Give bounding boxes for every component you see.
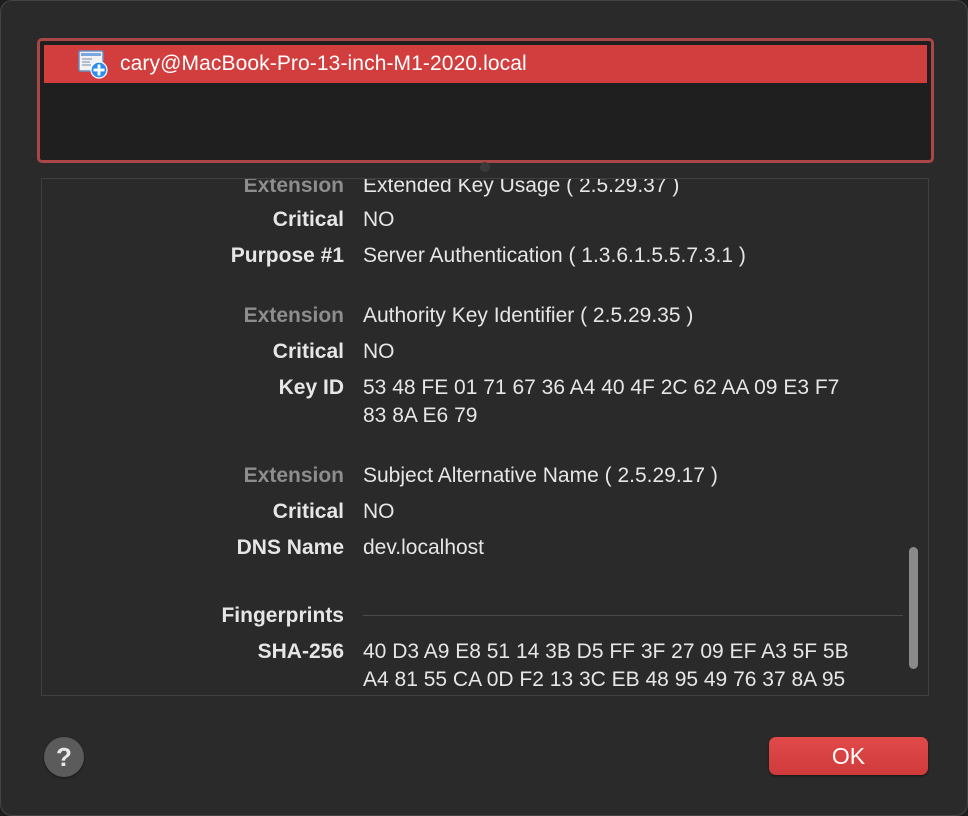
detail-value: NO: [363, 500, 395, 523]
detail-key: Extension: [243, 464, 344, 487]
detail-value: 40 D3 A9 E8 51 14 3B D5 FF 3F 27 09 EF A…: [363, 640, 849, 663]
vertical-scrollbar[interactable]: [909, 547, 918, 669]
detail-value: NO: [363, 340, 395, 363]
detail-value: A4 81 55 CA 0D F2 13 3C EB 48 95 49 76 3…: [363, 668, 846, 691]
detail-key: SHA-256: [257, 640, 344, 663]
detail-value: 83 8A E6 79: [363, 404, 478, 427]
detail-key: DNS Name: [236, 536, 344, 559]
detail-value: NO: [363, 208, 395, 231]
ok-button[interactable]: OK: [769, 737, 928, 775]
detail-key: Purpose #1: [230, 244, 344, 267]
detail-key: Extension: [243, 178, 344, 197]
certificate-details-panel[interactable]: Extension Extended Key Usage ( 2.5.29.37…: [41, 178, 929, 696]
detail-key: Extension: [243, 304, 344, 327]
certificate-list-item[interactable]: cary@MacBook-Pro-13-inch-M1-2020.local: [44, 45, 927, 83]
detail-value: Server Authentication ( 1.3.6.1.5.5.7.3.…: [363, 244, 746, 267]
detail-value: 53 48 FE 01 71 67 36 A4 40 4F 2C 62 AA 0…: [363, 376, 840, 399]
detail-key: Critical: [272, 208, 344, 231]
help-button[interactable]: ?: [44, 737, 84, 777]
certificate-dialog: cary@MacBook-Pro-13-inch-M1-2020.local E…: [0, 0, 968, 816]
certificate-icon: [78, 49, 108, 79]
detail-key: Key ID: [278, 376, 344, 399]
certificate-list[interactable]: cary@MacBook-Pro-13-inch-M1-2020.local: [37, 38, 934, 163]
detail-value: Extended Key Usage ( 2.5.29.37 ): [363, 178, 680, 197]
split-view-handle[interactable]: [480, 162, 490, 172]
section-divider: [363, 615, 903, 616]
detail-value: Authority Key Identifier ( 2.5.29.35 ): [363, 304, 694, 327]
certificate-name: cary@MacBook-Pro-13-inch-M1-2020.local: [120, 52, 527, 75]
detail-value: Subject Alternative Name ( 2.5.29.17 ): [363, 464, 718, 487]
detail-key: Critical: [272, 500, 344, 523]
detail-value: dev.localhost: [363, 536, 485, 559]
detail-key: Critical: [272, 340, 344, 363]
section-header: Fingerprints: [221, 604, 344, 627]
